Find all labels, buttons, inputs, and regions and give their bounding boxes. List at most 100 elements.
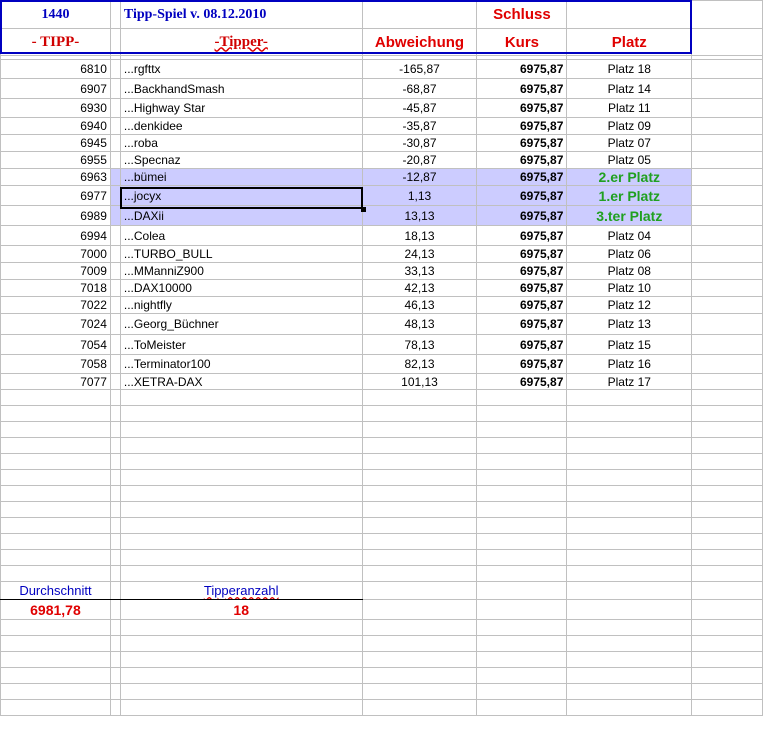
cell[interactable] xyxy=(476,599,568,620)
cell[interactable] xyxy=(566,0,693,29)
cell[interactable] xyxy=(691,469,763,486)
cell[interactable] xyxy=(0,485,111,502)
cell[interactable] xyxy=(119,533,363,550)
cell[interactable] xyxy=(109,581,121,600)
deviation-cell[interactable]: -45,87 xyxy=(361,98,478,118)
cell[interactable] xyxy=(691,262,763,280)
cell[interactable] xyxy=(476,517,568,534)
tipp-cell[interactable]: 7018 xyxy=(0,279,111,297)
cell[interactable] xyxy=(361,599,478,620)
cell[interactable] xyxy=(361,469,478,486)
cell[interactable] xyxy=(691,667,763,684)
cell[interactable] xyxy=(691,245,763,263)
deviation-cell[interactable]: 46,13 xyxy=(361,296,478,314)
tipper-name-cell[interactable]: ...Colea xyxy=(119,225,363,246)
platz-cell[interactable]: Platz 12 xyxy=(566,296,693,314)
cell[interactable] xyxy=(691,635,763,652)
cell[interactable] xyxy=(691,134,763,152)
cell[interactable] xyxy=(119,517,363,534)
deviation-cell[interactable]: -35,87 xyxy=(361,117,478,135)
cell[interactable] xyxy=(0,667,111,684)
abweichung-header[interactable]: Abweichung xyxy=(361,28,478,56)
deviation-cell[interactable]: 82,13 xyxy=(361,354,478,374)
cell[interactable] xyxy=(566,683,693,700)
kurs-cell[interactable]: 6975,87 xyxy=(476,59,568,79)
tipper-name-cell[interactable]: ...TURBO_BULL xyxy=(119,245,363,263)
platz-cell[interactable]: Platz 11 xyxy=(566,98,693,118)
schluss-cell[interactable]: Schluss xyxy=(476,0,568,29)
cell[interactable] xyxy=(361,635,478,652)
cell[interactable] xyxy=(566,581,693,600)
cell[interactable] xyxy=(109,651,121,668)
cell[interactable] xyxy=(691,699,763,716)
platz-cell[interactable]: Platz 09 xyxy=(566,117,693,135)
cell[interactable] xyxy=(119,405,363,422)
tipp-cell[interactable]: 6810 xyxy=(0,59,111,79)
platz-cell[interactable]: Platz 08 xyxy=(566,262,693,280)
cell[interactable] xyxy=(361,667,478,684)
kurs-cell[interactable]: 6975,87 xyxy=(476,78,568,99)
cell[interactable] xyxy=(476,437,568,454)
cell[interactable] xyxy=(691,405,763,422)
cell[interactable] xyxy=(119,421,363,438)
kurs-cell[interactable]: 6975,87 xyxy=(476,151,568,169)
cell[interactable] xyxy=(566,389,693,406)
tipp-cell[interactable]: 6907 xyxy=(0,78,111,99)
cell[interactable] xyxy=(109,205,121,226)
cell[interactable] xyxy=(691,59,763,79)
cell[interactable] xyxy=(119,565,363,582)
cell[interactable] xyxy=(109,225,121,246)
cell[interactable] xyxy=(119,651,363,668)
cell[interactable] xyxy=(361,565,478,582)
cell[interactable] xyxy=(691,296,763,314)
cell[interactable] xyxy=(0,651,111,668)
tipp-cell[interactable]: 6977 xyxy=(0,185,111,206)
tipper-name-cell[interactable]: ...DAX10000 xyxy=(119,279,363,297)
tipper-name-cell[interactable]: ...DAXii xyxy=(119,205,363,226)
deviation-cell[interactable]: -20,87 xyxy=(361,151,478,169)
count-value[interactable]: 18 xyxy=(119,599,363,620)
kurs-cell[interactable]: 6975,87 xyxy=(476,245,568,263)
cell[interactable] xyxy=(109,245,121,263)
deviation-cell[interactable]: 24,13 xyxy=(361,245,478,263)
deviation-cell[interactable]: 101,13 xyxy=(361,373,478,390)
cell[interactable] xyxy=(109,185,121,206)
cell[interactable] xyxy=(691,619,763,636)
tipper-name-cell[interactable]: ...Georg_Büchner xyxy=(119,313,363,335)
tipper-header[interactable]: -Tipper- xyxy=(119,28,363,56)
cell[interactable] xyxy=(119,699,363,716)
platz-cell[interactable]: Platz 06 xyxy=(566,245,693,263)
cell[interactable] xyxy=(109,517,121,534)
cell[interactable] xyxy=(691,501,763,518)
cell[interactable] xyxy=(109,565,121,582)
cell[interactable] xyxy=(691,549,763,566)
kurs-cell[interactable]: 6975,87 xyxy=(476,134,568,152)
cell[interactable] xyxy=(691,98,763,118)
tipper-name-cell[interactable]: ...nightfly xyxy=(119,296,363,314)
cell[interactable] xyxy=(109,599,121,620)
cell[interactable] xyxy=(566,405,693,422)
cell[interactable] xyxy=(476,533,568,550)
cell[interactable] xyxy=(109,334,121,355)
cell[interactable] xyxy=(691,581,763,600)
cell[interactable] xyxy=(119,549,363,566)
cell[interactable] xyxy=(119,635,363,652)
cell[interactable] xyxy=(691,517,763,534)
cell[interactable] xyxy=(691,78,763,99)
cell[interactable] xyxy=(109,667,121,684)
cell[interactable] xyxy=(691,421,763,438)
cell[interactable] xyxy=(109,699,121,716)
cell[interactable] xyxy=(0,533,111,550)
cell[interactable] xyxy=(109,619,121,636)
spreadsheet-grid[interactable]: 1440 Tipp-Spiel v. 08.12.2010 Schluss - … xyxy=(0,0,763,716)
cell[interactable] xyxy=(109,296,121,314)
cell[interactable] xyxy=(109,313,121,335)
deviation-cell[interactable]: 33,13 xyxy=(361,262,478,280)
cell[interactable] xyxy=(566,485,693,502)
cell[interactable] xyxy=(476,405,568,422)
cell[interactable] xyxy=(361,517,478,534)
tipper-name-cell[interactable]: ...BackhandSmash xyxy=(119,78,363,99)
cell[interactable] xyxy=(109,533,121,550)
platz-cell[interactable]: 3.ter Platz xyxy=(566,205,693,226)
cell[interactable] xyxy=(0,405,111,422)
